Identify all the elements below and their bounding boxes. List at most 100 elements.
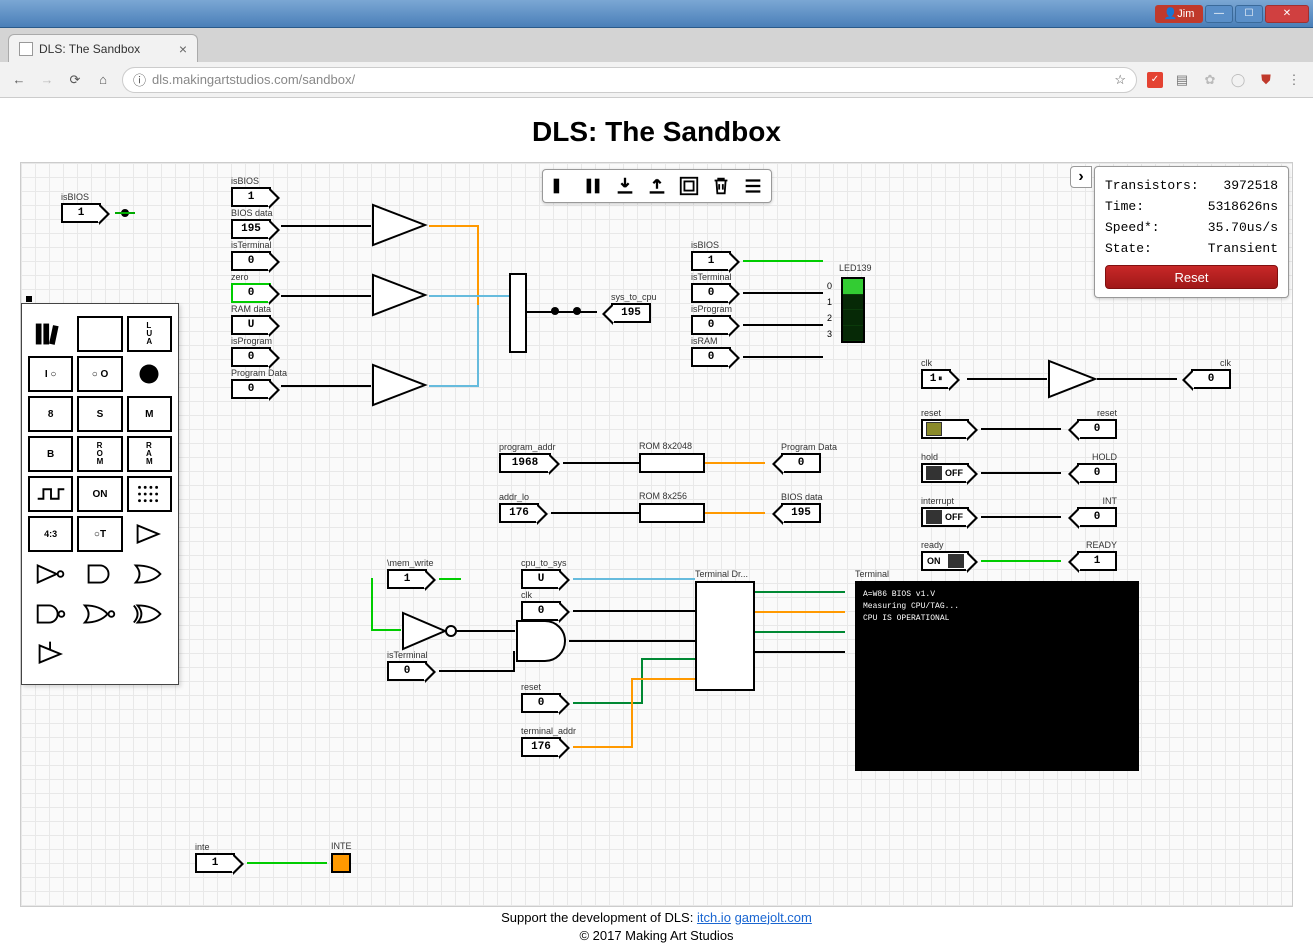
palette-clock[interactable]: [28, 476, 73, 512]
reload-button[interactable]: ⟳: [66, 71, 84, 89]
browser-menu-button[interactable]: ⋮: [1285, 71, 1303, 89]
pin-isterminal[interactable]: 0: [231, 251, 271, 271]
pin-program-data[interactable]: 0: [231, 379, 271, 399]
window-minimize-button[interactable]: —: [1205, 5, 1233, 23]
tab-close-button[interactable]: ×: [179, 41, 187, 57]
select-all-button[interactable]: [677, 174, 701, 198]
palette-7seg[interactable]: 8: [28, 396, 73, 432]
palette-nand[interactable]: [28, 596, 73, 632]
window-close-button[interactable]: ✕: [1265, 5, 1309, 23]
gate-and[interactable]: [515, 619, 571, 666]
reset-button[interactable]: Reset: [1105, 265, 1278, 289]
extension-sync-icon[interactable]: ◯: [1229, 71, 1247, 89]
pin-ram-data[interactable]: U: [231, 315, 271, 335]
site-info-icon[interactable]: ⓘ: [133, 70, 146, 89]
palette-output[interactable]: ○ O: [77, 356, 122, 392]
palette-buffer[interactable]: [127, 516, 172, 552]
palette-blank[interactable]: [77, 316, 122, 352]
rom-8x256[interactable]: [639, 503, 705, 523]
circuit-canvas[interactable]: › Transistors:3972518 Time:5318626ns Spe…: [20, 162, 1293, 907]
page-favicon: [19, 42, 33, 56]
footer-link-itch[interactable]: itch.io: [697, 910, 731, 925]
pin-isbios-r[interactable]: 1: [691, 251, 731, 271]
pin-addr-lo[interactable]: 176: [499, 503, 539, 523]
label-clk-row: clk: [521, 590, 532, 600]
gate-buffer-1[interactable]: [371, 203, 431, 247]
pin-terminal-addr[interactable]: 176: [521, 737, 561, 757]
pin-bios-data[interactable]: 195: [231, 219, 271, 239]
extension-ublock-icon[interactable]: ⛊: [1257, 71, 1275, 89]
stop-button[interactable]: [549, 174, 573, 198]
palette-dotmatrix[interactable]: [127, 476, 172, 512]
address-bar[interactable]: ⓘ dls.makingartstudios.com/sandbox/ ☆: [122, 67, 1137, 93]
window-maximize-button[interactable]: ☐: [1235, 5, 1263, 23]
pin-isprogram[interactable]: 0: [231, 347, 271, 367]
palette-library-icon[interactable]: [28, 316, 73, 352]
palette-rom[interactable]: R O M: [77, 436, 122, 472]
pin-reset-bot[interactable]: 0: [521, 693, 561, 713]
stats-collapse-button[interactable]: ›: [1070, 166, 1092, 188]
extension-todoist-icon[interactable]: ✓: [1147, 72, 1163, 88]
palette-on[interactable]: ON: [77, 476, 122, 512]
pin-clk-row[interactable]: 0: [521, 601, 561, 621]
palette-xor[interactable]: [127, 596, 172, 632]
pin-zero[interactable]: 0: [231, 283, 271, 303]
pause-button[interactable]: [581, 174, 605, 198]
toggle-hold[interactable]: OFF: [921, 463, 969, 483]
palette-m[interactable]: M: [127, 396, 172, 432]
pin-isram[interactable]: 0: [691, 347, 731, 367]
gate-buffer-2[interactable]: [371, 273, 431, 317]
palette-t[interactable]: ○T: [77, 516, 122, 552]
pin-ready-out: 1: [1077, 551, 1117, 571]
palette-input[interactable]: I ○: [28, 356, 73, 392]
pin-isterminal-r[interactable]: 0: [691, 283, 731, 303]
download-button[interactable]: [613, 174, 637, 198]
palette-ram[interactable]: R A M: [127, 436, 172, 472]
palette-s[interactable]: S: [77, 396, 122, 432]
palette-display[interactable]: 4:3: [28, 516, 73, 552]
extension-rss-icon[interactable]: ▤: [1173, 71, 1191, 89]
toggle-interrupt[interactable]: OFF: [921, 507, 969, 527]
bookmark-star-icon[interactable]: ☆: [1114, 72, 1126, 88]
pin-mem-write[interactable]: 1: [387, 569, 427, 589]
extension-generic-icon[interactable]: ✿: [1201, 71, 1219, 89]
mux-chip[interactable]: [509, 273, 527, 353]
palette-or[interactable]: [127, 556, 172, 592]
forward-button[interactable]: →: [38, 71, 56, 89]
gate-buffer-3[interactable]: [371, 363, 431, 407]
rom-8x2048[interactable]: [639, 453, 705, 473]
back-button[interactable]: ←: [10, 71, 28, 89]
delete-button[interactable]: [709, 174, 733, 198]
upload-button[interactable]: [645, 174, 669, 198]
gate-not[interactable]: [401, 611, 459, 651]
home-button[interactable]: ⌂: [94, 71, 112, 89]
menu-button[interactable]: [741, 174, 765, 198]
pin-cpu-to-sys[interactable]: U: [521, 569, 561, 589]
pin-isbios-mid[interactable]: 1: [231, 187, 271, 207]
palette-not[interactable]: [28, 556, 73, 592]
stats-state-value: Transient: [1208, 241, 1278, 256]
pin-isbios-top[interactable]: 1: [61, 203, 101, 223]
browser-tab-active[interactable]: DLS: The Sandbox ×: [8, 34, 198, 62]
palette-tristate[interactable]: [28, 636, 73, 672]
palette-and[interactable]: [77, 556, 122, 592]
wire: [429, 295, 509, 297]
toggle-ready[interactable]: ON: [921, 551, 969, 571]
palette-nor[interactable]: [77, 596, 122, 632]
palette-b[interactable]: B: [28, 436, 73, 472]
wire: [477, 305, 479, 387]
label-rom2: ROM 8x256: [639, 491, 687, 501]
footer-link-gamejolt[interactable]: gamejolt.com: [735, 910, 812, 925]
pin-isterminal-bot[interactable]: 0: [387, 661, 427, 681]
pin-int-out: 0: [1077, 507, 1117, 527]
toggle-reset[interactable]: [921, 419, 969, 439]
label-cpu-to-sys: cpu_to_sys: [521, 558, 567, 568]
palette-lua[interactable]: L U A: [127, 316, 172, 352]
pin-inte[interactable]: 1: [195, 853, 235, 873]
gate-clk-buffer[interactable]: [1047, 359, 1099, 399]
pin-isprogram-r[interactable]: 0: [691, 315, 731, 335]
palette-probe[interactable]: [127, 356, 172, 392]
pin-program-addr[interactable]: 1968: [499, 453, 551, 473]
pin-clk-in[interactable]: 1⏸: [921, 369, 951, 389]
terminal-driver-chip[interactable]: [695, 581, 755, 691]
